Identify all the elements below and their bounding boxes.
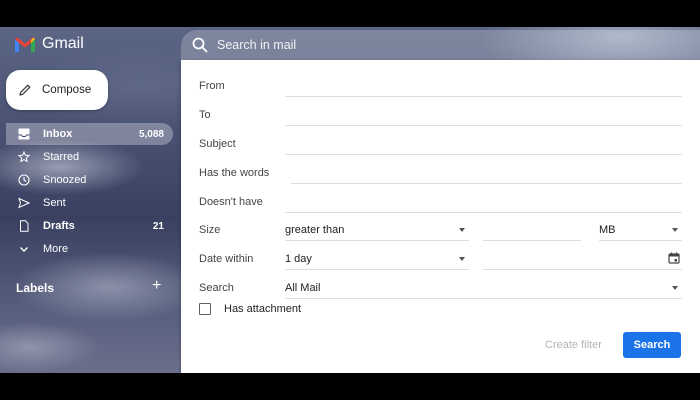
search-scope-label: Search — [199, 282, 234, 294]
has-attachment-checkbox[interactable] — [199, 303, 211, 315]
size-operator-value: greater than — [285, 224, 345, 236]
sidebar-item-label: More — [43, 243, 69, 255]
add-label-button[interactable]: + — [152, 277, 161, 295]
date-within-row: Date within 1 day — [199, 249, 682, 271]
sidebar-item-inbox[interactable]: Inbox 5,088 — [6, 123, 173, 145]
gmail-brand-text: Gmail — [42, 35, 84, 52]
star-icon — [17, 150, 31, 164]
size-unit-value: MB — [599, 224, 616, 236]
from-row: From — [199, 76, 686, 98]
compose-label: Compose — [42, 84, 92, 96]
draft-icon — [17, 219, 31, 233]
subject-label: Subject — [199, 138, 236, 150]
send-icon — [17, 196, 31, 210]
doesnt-have-row: Doesn't have — [199, 192, 686, 214]
size-unit-select[interactable]: MB — [599, 220, 682, 241]
search-bar[interactable] — [181, 30, 700, 60]
size-row: Size greater than MB — [199, 220, 682, 242]
unread-count: 5,088 — [138, 128, 164, 140]
inbox-icon — [17, 127, 31, 141]
search-button[interactable]: Search — [623, 332, 681, 358]
sidebar-item-label: Drafts — [43, 220, 75, 232]
size-value-field[interactable] — [483, 220, 585, 242]
has-words-field[interactable] — [291, 163, 686, 185]
size-label: Size — [199, 224, 221, 236]
sidebar-item-label: Inbox — [43, 128, 73, 140]
dropdown-arrow-icon — [672, 228, 678, 232]
clock-icon — [17, 173, 31, 187]
has-attachment-label: Has attachment — [224, 303, 302, 315]
date-field[interactable] — [483, 249, 657, 271]
create-filter-button[interactable]: Create filter — [545, 339, 602, 351]
has-words-label: Has the words — [199, 167, 270, 179]
size-operator-select[interactable]: greater than — [285, 220, 469, 241]
gmail-window: Gmail Compose Inbox 5,088 Starred Snooz — [0, 27, 700, 373]
has-attachment-row: Has attachment — [199, 303, 301, 315]
pencil-icon — [19, 84, 31, 96]
search-scope-select[interactable]: All Mail — [285, 278, 682, 299]
search-scope-row: Search All Mail — [199, 278, 682, 300]
sidebar-item-sent[interactable]: Sent — [6, 192, 173, 214]
from-field[interactable] — [285, 76, 686, 98]
to-field[interactable] — [285, 105, 686, 127]
gmail-logo[interactable]: Gmail — [14, 35, 84, 53]
to-label: To — [199, 109, 211, 121]
sidebar-item-more[interactable]: More — [6, 238, 173, 260]
sidebar-item-snoozed[interactable]: Snoozed — [6, 169, 173, 191]
sidebar-item-starred[interactable]: Starred — [6, 146, 173, 168]
labels-heading: Labels — [16, 281, 55, 295]
chevron-down-icon — [17, 242, 31, 256]
doesnt-have-field[interactable] — [285, 192, 686, 214]
sidebar-item-drafts[interactable]: Drafts 21 — [6, 215, 173, 237]
sidebar-item-label: Snoozed — [43, 174, 87, 186]
dropdown-arrow-icon — [672, 286, 678, 290]
drafts-count: 21 — [152, 220, 164, 232]
sidebar-item-label: Sent — [43, 197, 66, 209]
dropdown-arrow-icon — [459, 257, 465, 261]
subject-field[interactable] — [285, 134, 686, 156]
has-words-row: Has the words — [199, 163, 686, 185]
doesnt-have-label: Doesn't have — [199, 196, 263, 208]
date-within-value: 1 day — [285, 253, 312, 265]
sidebar-item-label: Starred — [43, 151, 80, 163]
gmail-m-icon — [15, 37, 35, 52]
from-label: From — [199, 80, 225, 92]
dropdown-arrow-icon — [459, 228, 465, 232]
to-row: To — [199, 105, 686, 127]
search-input[interactable] — [215, 37, 519, 53]
calendar-icon[interactable] — [668, 252, 680, 264]
advanced-search-panel: From To Subject Has the words Doesn't ha… — [181, 60, 700, 373]
date-within-select[interactable]: 1 day — [285, 249, 469, 270]
compose-button[interactable]: Compose — [6, 70, 108, 110]
date-within-label: Date within — [199, 253, 254, 265]
search-scope-value: All Mail — [285, 282, 321, 294]
subject-row: Subject — [199, 134, 686, 156]
search-icon[interactable] — [191, 36, 209, 54]
